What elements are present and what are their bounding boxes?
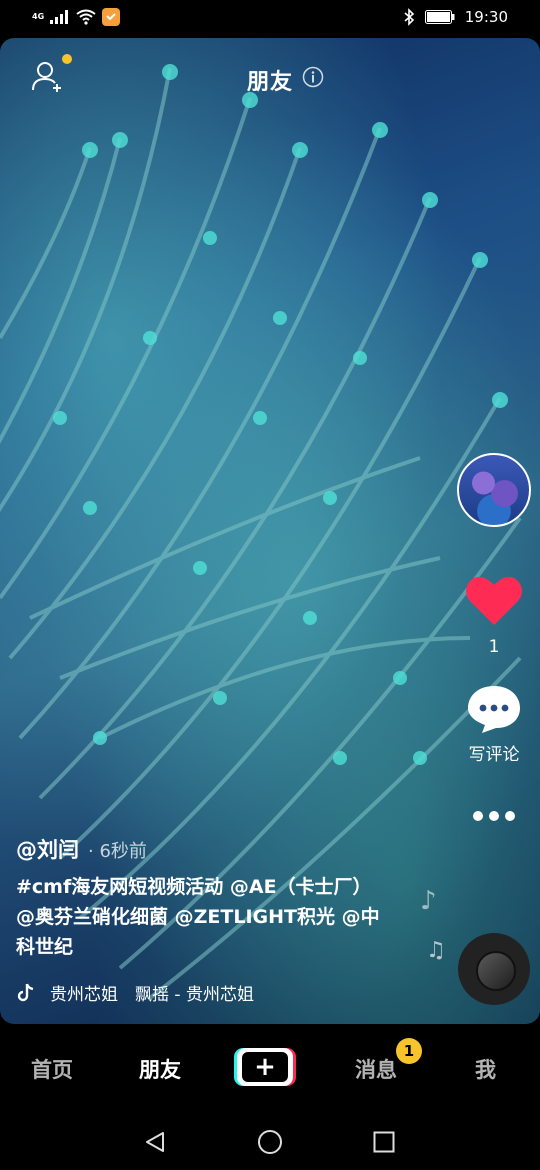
post-caption[interactable]: #cmf海友网短视频活动 @AE（卡士厂） @奥芬兰硝化细菌 @ZETLIGHT…	[16, 872, 396, 962]
home-icon[interactable]	[257, 1129, 283, 1155]
music-title: 贵州芯姐 飘摇 - 贵州芯姐	[50, 985, 254, 1005]
bottom-nav: 首页 朋友 + 消息 1 我	[0, 1024, 540, 1112]
music-disc[interactable]	[458, 933, 530, 1005]
status-bar: 4G 19:30	[0, 0, 540, 38]
video-player[interactable]: 朋友 1 写评论 ♪ ♫ @刘闫 · 6秒前 #cmf海友网短视频活动 @AE（…	[0, 38, 540, 1024]
recents-icon[interactable]	[373, 1131, 395, 1153]
tab-friends[interactable]: 朋友	[139, 1054, 181, 1084]
bluetooth-icon	[404, 8, 414, 26]
post-time: · 6秒前	[88, 841, 147, 862]
author-name[interactable]: @刘闫	[16, 834, 79, 864]
music-icon	[17, 983, 34, 1001]
like-count: 1	[488, 637, 500, 657]
music-info[interactable]: 贵州芯姐 飘摇 - 贵州芯姐	[16, 980, 286, 1005]
music-note-icon: ♪	[420, 886, 437, 916]
messages-badge: 1	[396, 1038, 422, 1064]
wifi-icon	[76, 9, 96, 25]
page-title: 朋友	[246, 70, 293, 95]
network-type: 4G	[32, 13, 44, 21]
plus-icon: +	[242, 1052, 288, 1082]
create-button[interactable]: +	[237, 1048, 293, 1086]
battery-icon	[424, 10, 455, 24]
info-icon[interactable]	[302, 66, 324, 88]
clock: 19:30	[464, 8, 508, 26]
signal-icon	[50, 10, 69, 24]
network-label: 4G	[32, 12, 45, 21]
video-top-bar: 朋友	[0, 38, 540, 118]
more-options-icon[interactable]	[470, 808, 518, 824]
heart-icon[interactable]	[465, 573, 523, 627]
system-nav-bar	[0, 1112, 540, 1170]
shield-app-icon	[102, 8, 121, 26]
comment-label[interactable]: 写评论	[456, 740, 532, 765]
tab-messages[interactable]: 消息	[355, 1054, 397, 1084]
notification-dot	[62, 54, 72, 64]
back-icon[interactable]	[143, 1130, 167, 1154]
tab-home[interactable]: 首页	[31, 1054, 73, 1084]
tab-me[interactable]: 我	[475, 1054, 496, 1084]
music-note-icon: ♫	[426, 938, 446, 963]
author-avatar[interactable]	[457, 453, 531, 527]
comment-icon[interactable]	[466, 684, 522, 734]
music-cover	[476, 951, 516, 991]
